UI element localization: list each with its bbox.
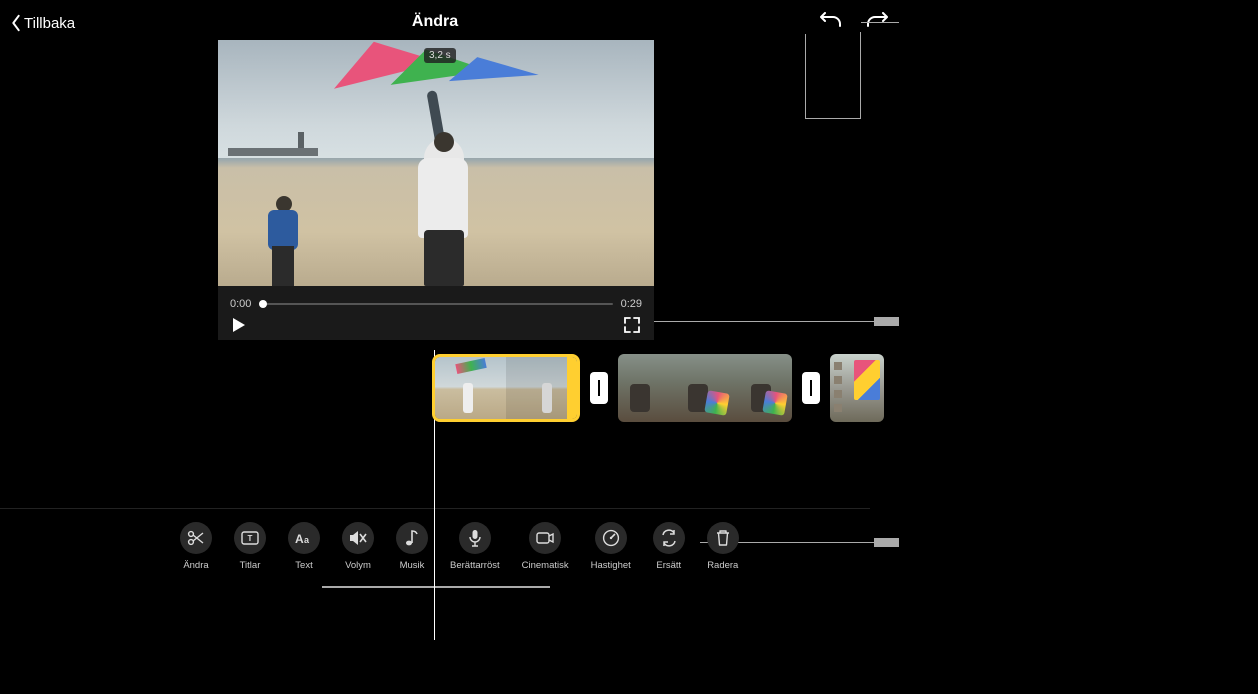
tool-label: Ändra: [183, 560, 208, 571]
scrub-knob[interactable]: [259, 300, 267, 308]
callout-line: [654, 321, 898, 322]
delete-tool-button[interactable]: Radera: [707, 522, 739, 571]
callout-line: [322, 586, 550, 588]
cinematic-tool-button[interactable]: Cinematisk: [522, 522, 569, 571]
tool-label: Volym: [345, 560, 371, 571]
divider: [0, 508, 870, 509]
tool-label: Radera: [707, 560, 738, 571]
music-note-icon: [405, 529, 419, 547]
callout-line: [805, 34, 806, 118]
back-button[interactable]: Tillbaka: [10, 14, 75, 32]
timeline-clip[interactable]: [618, 354, 792, 422]
time-total: 0:29: [621, 298, 642, 310]
transition-icon: [597, 379, 601, 397]
tool-label: Hastighet: [591, 560, 631, 571]
expand-icon: [624, 317, 640, 333]
edit-tool-button[interactable]: Ändra: [180, 522, 212, 571]
undo-icon: [820, 12, 842, 32]
timeline[interactable]: T: [432, 354, 884, 422]
speaker-muted-icon: [349, 530, 367, 546]
trash-icon: [715, 529, 731, 547]
transition-button[interactable]: [802, 372, 820, 404]
replace-tool-button[interactable]: Ersätt: [653, 522, 685, 571]
callout-line: [860, 32, 861, 119]
tool-label: Musik: [400, 560, 425, 571]
speed-tool-button[interactable]: Hastighet: [591, 522, 631, 571]
camera-icon: [536, 531, 554, 545]
callout-line: [874, 317, 899, 326]
text-tool-button[interactable]: Aa Text: [288, 522, 320, 571]
tool-label: Text: [295, 560, 312, 571]
fullscreen-button[interactable]: [624, 317, 640, 333]
tool-label: Titlar: [240, 560, 261, 571]
callout-line: [861, 22, 899, 23]
music-tool-button[interactable]: Musik: [396, 522, 428, 571]
video-player: 3,2 s 0:00 0:29: [218, 40, 654, 340]
timeline-clip[interactable]: [830, 354, 884, 422]
microphone-icon: [468, 529, 482, 547]
edit-toolbar: Ändra T Titlar Aa Text Volym Musik Berät…: [180, 522, 739, 571]
scrub-slider[interactable]: [259, 303, 612, 305]
transition-button[interactable]: [590, 372, 608, 404]
play-icon: [232, 317, 246, 333]
back-label: Tillbaka: [24, 15, 75, 32]
transition-icon: [809, 379, 813, 397]
replace-arrows-icon: [660, 529, 678, 547]
callout-line: [874, 538, 899, 547]
speedometer-icon: [602, 529, 620, 547]
svg-text:T: T: [248, 534, 253, 543]
time-current: 0:00: [230, 298, 251, 310]
tool-label: Cinematisk: [522, 560, 569, 571]
svg-text:A: A: [295, 532, 304, 545]
scissors-icon: [187, 529, 205, 547]
callout-line: [805, 118, 861, 119]
tool-label: Berättarröst: [450, 560, 500, 571]
page-title: Ändra: [412, 13, 458, 31]
undo-button[interactable]: [820, 12, 842, 32]
timeline-clip[interactable]: T: [432, 354, 580, 422]
play-button[interactable]: [232, 317, 246, 333]
chevron-left-icon: [10, 14, 22, 32]
titles-tool-button[interactable]: T Titlar: [234, 522, 266, 571]
tool-label: Ersätt: [656, 560, 681, 571]
video-preview-frame[interactable]: 3,2 s: [218, 40, 654, 286]
text-aa-icon: Aa: [294, 531, 314, 545]
header-bar: Tillbaka Ändra: [0, 0, 1258, 44]
voiceover-tool-button[interactable]: Berättarröst: [450, 522, 500, 571]
clip-duration-badge: 3,2 s: [424, 48, 456, 63]
svg-text:a: a: [304, 535, 310, 545]
volume-tool-button[interactable]: Volym: [342, 522, 374, 571]
title-card-icon: T: [241, 531, 259, 545]
